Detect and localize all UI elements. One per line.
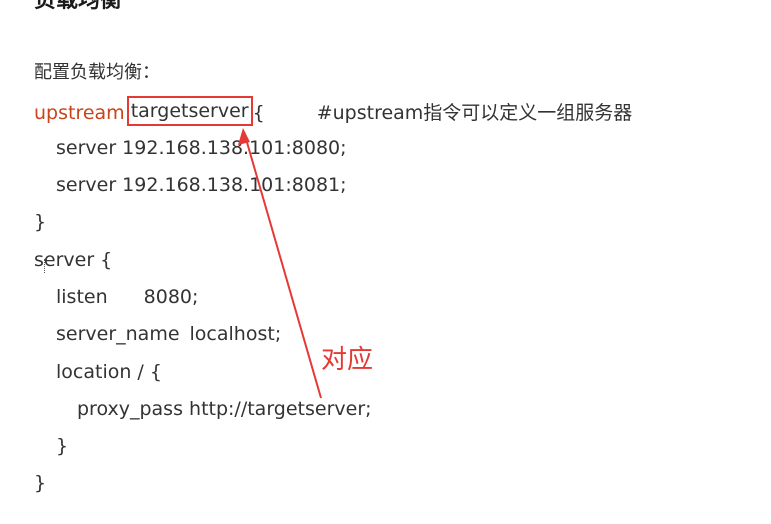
section-heading: 负载均衡 bbox=[34, 0, 123, 13]
upstream-comment: #upstream指令可以定义一组服务器 bbox=[316, 102, 633, 124]
upstream-open-brace: { bbox=[252, 102, 265, 124]
arrow-shaft bbox=[243, 131, 322, 399]
code-line-server-name: server_name localhost; bbox=[56, 322, 281, 346]
code-line-server-1: server 192.168.138.101:8080; bbox=[56, 137, 347, 159]
highlighted-upstream-name: targetserver bbox=[126, 96, 253, 126]
code-line-server-2: server 192.168.138.101:8081; bbox=[56, 174, 347, 196]
annotation-label: 对应 bbox=[321, 345, 374, 375]
text-cursor-mark bbox=[44, 259, 46, 273]
code-line-location-close: } bbox=[56, 435, 69, 457]
code-line-location-open: location / { bbox=[56, 361, 162, 383]
code-line-listen: listen 8080; bbox=[56, 285, 198, 309]
upstream-keyword: upstream bbox=[34, 102, 125, 124]
code-line-upstream: upstream targetserver{ #upstream指令可以定义一组服务… bbox=[34, 96, 633, 128]
code-line-proxy-pass: proxy_pass http://targetserver; bbox=[77, 398, 372, 420]
server-name-value: localhost; bbox=[189, 323, 282, 345]
server-name-key: server_name bbox=[56, 323, 180, 345]
document-page: 负载均衡 配置负载均衡： upstream targetserver{ #upstr… bbox=[0, 0, 771, 524]
code-line-server-close: } bbox=[34, 472, 47, 494]
intro-text: 配置负载均衡： bbox=[34, 62, 160, 83]
code-line-close-upstream: } bbox=[34, 211, 47, 233]
listen-key: listen bbox=[56, 286, 108, 308]
listen-value: 8080; bbox=[143, 286, 199, 308]
